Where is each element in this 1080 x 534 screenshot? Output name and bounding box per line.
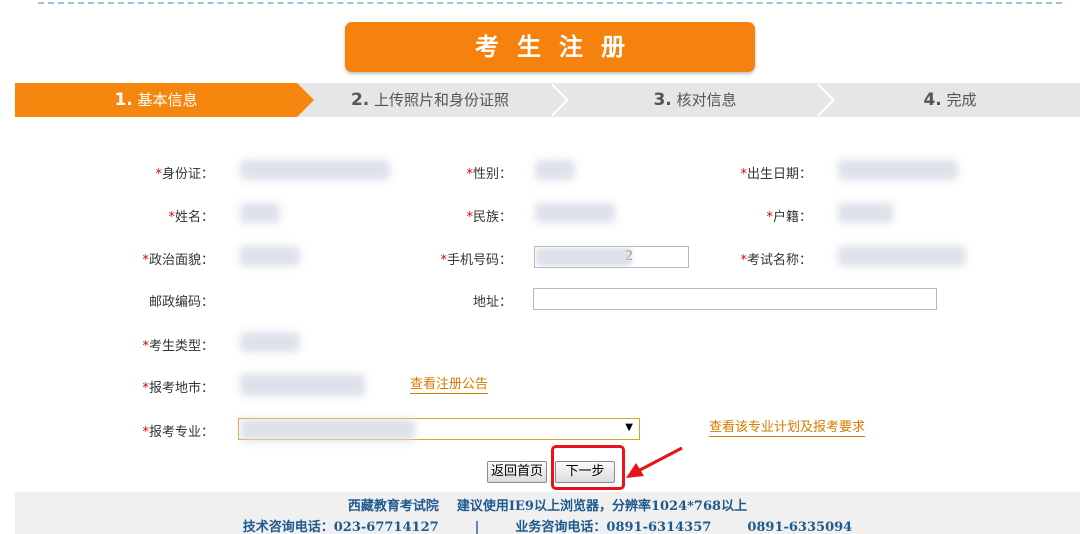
candidate-type-label: *考生类型： (142, 339, 214, 354)
exam-city-select-blurred[interactable] (240, 374, 365, 396)
postcode-label: 邮政编码： (148, 295, 214, 310)
top-divider (38, 0, 1062, 4)
step-chevron (549, 83, 570, 117)
phone-label: *手机号码： (440, 253, 512, 268)
step-number: 2. (350, 90, 370, 110)
footer-business-phone: 业务咨询电话：0891-6314357 (515, 520, 712, 534)
footer-browser-tip: 建议使用IE9以上浏览器，分辨率1024*768以上 (456, 499, 748, 514)
footer-separator: | (474, 520, 480, 534)
step-number: 1. (114, 90, 133, 110)
step-label: 上传照片和身份证照 (374, 91, 510, 109)
exam-city-label: *报考地市： (142, 381, 214, 396)
birthdate-label: *出生日期： (740, 167, 812, 182)
ethnicity-label: *民族： (466, 210, 512, 225)
progress-steps: 1. 基本信息 2. 上传照片和身份证照 3. 核对信息 4. 完成 (15, 83, 1080, 117)
footer-line-2: 技术咨询电话：023-67714127 | 业务咨询电话：0891-6314357 0… (15, 516, 1080, 534)
name-label: *姓名： (168, 210, 214, 225)
footer-line-1: 西藏教育考试院 建议使用IE9以上浏览器，分辨率1024*768以上 (15, 495, 1080, 514)
candidate-type-value-blurred (240, 332, 300, 352)
step-chevron (815, 83, 836, 117)
name-value-blurred (240, 203, 280, 223)
footer-business-phone-2: 0891-6335094 (747, 520, 853, 534)
ethnicity-value-blurred (535, 203, 615, 223)
view-major-link[interactable]: 查看该专业计划及报考要求 (709, 420, 866, 437)
pointer-arrow-icon (626, 446, 683, 478)
gender-label: *性别： (466, 167, 512, 182)
birthdate-value-blurred (838, 160, 958, 180)
step-number: 3. (653, 90, 672, 110)
page-title: 考生注册 (345, 22, 755, 72)
step-2: 2. 上传照片和身份证照 (315, 83, 545, 117)
id-card-label: *身份证： (155, 167, 214, 182)
address-input[interactable] (533, 288, 937, 310)
exam-name-label: *考试名称： (740, 253, 812, 268)
step-number: 4. (923, 90, 942, 110)
political-label: *政治面貌： (142, 253, 214, 268)
phone-value-blurred (536, 248, 632, 266)
step-1: 1. 基本信息 (15, 83, 297, 117)
address-label: 地址： (472, 295, 512, 310)
id-card-value-blurred (240, 160, 390, 180)
exam-name-value-blurred (838, 246, 966, 266)
political-value-blurred (240, 246, 300, 266)
view-notice-link[interactable]: 查看注册公告 (410, 377, 489, 394)
next-button-highlight (551, 445, 625, 490)
footer-org: 西藏教育考试院 (347, 499, 439, 514)
major-value-blurred (240, 419, 415, 441)
step-arrow (297, 83, 314, 117)
step-3: 3. 核对信息 (570, 83, 820, 117)
footer: 西藏教育考试院 建议使用IE9以上浏览器，分辨率1024*768以上 技术咨询电话… (15, 492, 1080, 534)
household-label: *户籍： (766, 210, 812, 225)
back-home-button[interactable]: 返回首页 (487, 461, 547, 483)
chevron-down-icon: ▼ (625, 422, 633, 433)
footer-tech-phone: 技术咨询电话：023-67714127 (242, 520, 439, 534)
household-value-blurred (838, 203, 893, 223)
gender-value-blurred (535, 160, 575, 180)
major-label: *报考专业： (142, 425, 214, 440)
step-label: 核对信息 (676, 91, 737, 109)
step-4: 4. 完成 (840, 83, 1060, 117)
step-label: 完成 (946, 91, 977, 109)
step-label: 基本信息 (137, 91, 198, 109)
